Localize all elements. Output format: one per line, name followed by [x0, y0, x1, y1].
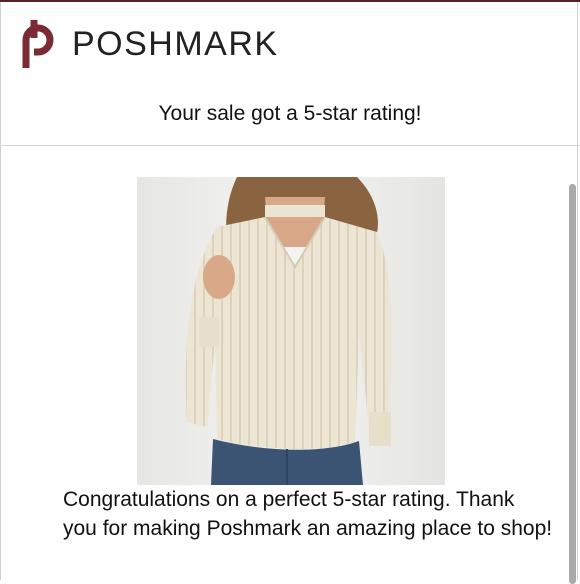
scrollbar-thumb[interactable] — [569, 184, 576, 584]
header-divider — [0, 145, 580, 146]
rating-message: Congratulations on a perfect 5-star rati… — [63, 488, 553, 540]
cream-knit-sweater-photo — [137, 177, 445, 485]
poshmark-logo-icon — [22, 20, 54, 68]
email-subject: Your sale got a 5-star rating! — [158, 102, 422, 125]
product-image[interactable] — [137, 177, 445, 485]
email-header: POSHMARK — [0, 2, 580, 68]
brand-name: POSHMARK — [72, 25, 279, 63]
